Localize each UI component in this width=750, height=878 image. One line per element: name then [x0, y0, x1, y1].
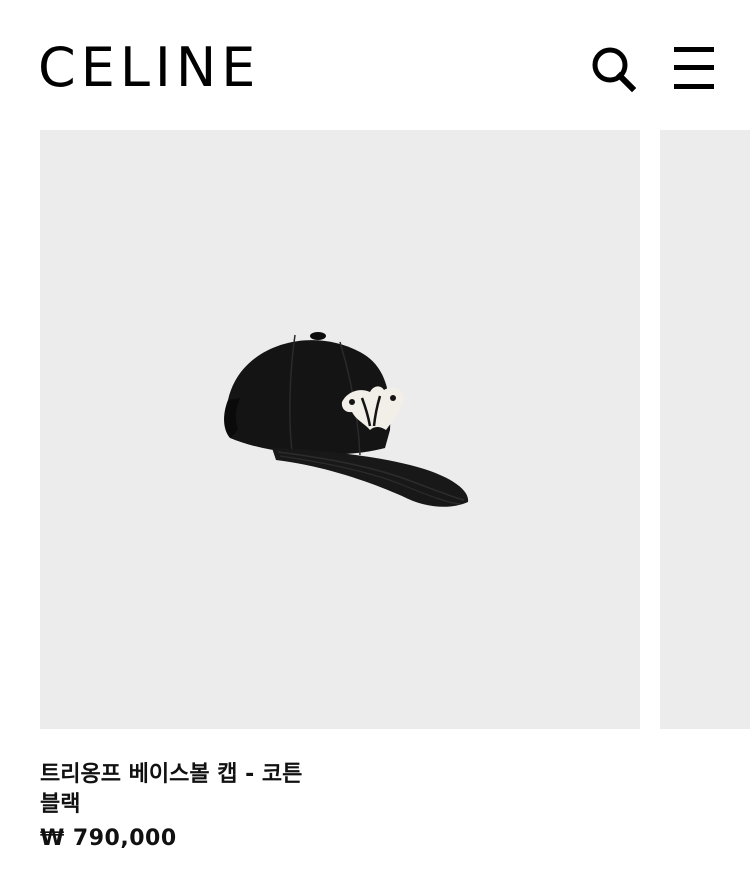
next-product-image-peek[interactable] — [660, 130, 750, 729]
product-price: ₩ 790,000 — [40, 826, 177, 851]
search-button[interactable] — [590, 44, 636, 92]
product-image[interactable] — [40, 130, 640, 729]
product-color: 블랙 — [40, 792, 81, 817]
site-header: CELINE — [0, 0, 750, 130]
product-info: 트리옹프 베이스볼 캡 - 코튼 블랙 ₩ 790,000 — [40, 758, 700, 859]
brand-logo[interactable]: CELINE — [38, 38, 260, 98]
menu-button[interactable] — [671, 44, 717, 92]
baseball-cap-image — [40, 130, 640, 729]
product-name[interactable]: 트리옹프 베이스볼 캡 - 코튼 — [40, 758, 700, 791]
hamburger-menu-icon — [674, 47, 714, 89]
search-icon — [592, 47, 636, 92]
product-image-carousel[interactable] — [0, 130, 750, 730]
